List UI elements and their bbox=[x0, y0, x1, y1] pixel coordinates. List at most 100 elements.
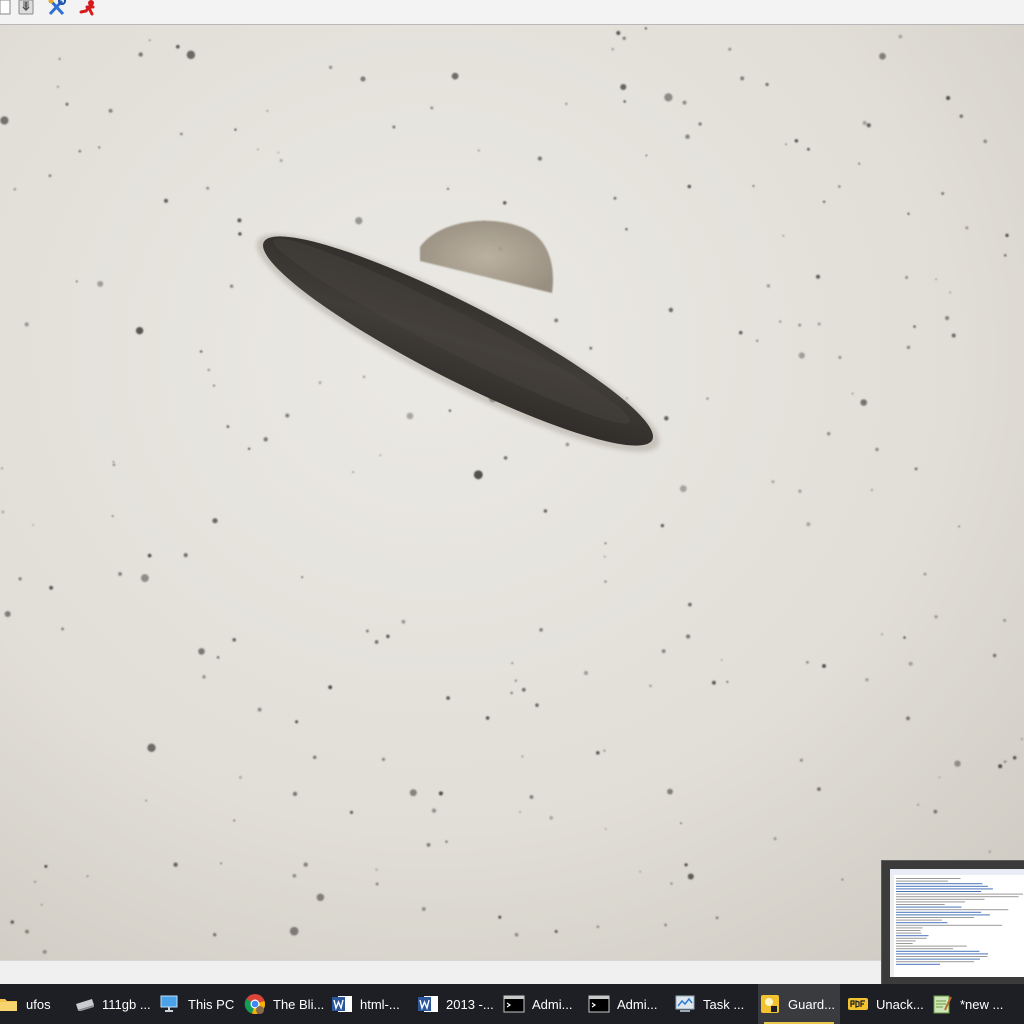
preview-text-line bbox=[896, 948, 954, 950]
dust-speck bbox=[202, 675, 206, 679]
exit-button[interactable] bbox=[77, 0, 99, 18]
dust-speck bbox=[798, 352, 805, 359]
dust-speck bbox=[684, 863, 688, 867]
image-viewport bbox=[0, 25, 1024, 960]
dust-speck bbox=[954, 760, 961, 767]
dust-speck bbox=[679, 485, 687, 493]
preview-text-line bbox=[896, 935, 929, 937]
dust-speck bbox=[866, 123, 871, 128]
dust-speck bbox=[529, 795, 534, 799]
dust-speck bbox=[277, 151, 280, 154]
dust-speck bbox=[535, 703, 539, 707]
dust-speck bbox=[583, 670, 589, 676]
dust-speck bbox=[941, 192, 945, 195]
dust-speck bbox=[907, 212, 910, 215]
dust-speck bbox=[0, 116, 9, 125]
dust-speck bbox=[565, 102, 568, 105]
dust-speck bbox=[86, 875, 89, 878]
taskbar-item-word-html[interactable]: html-... bbox=[330, 984, 412, 1024]
dust-speck bbox=[18, 577, 22, 581]
dust-speck bbox=[237, 218, 242, 223]
dust-speck bbox=[686, 634, 691, 639]
dust-speck bbox=[392, 125, 396, 129]
dust-speck bbox=[234, 128, 237, 131]
dust-speck bbox=[1005, 233, 1009, 238]
taskbar-item-admin-cmd-1[interactable]: Admi... bbox=[502, 984, 584, 1024]
taskbar-item-label: html-... bbox=[360, 996, 400, 1012]
taskbar-item-unack[interactable]: Unack... bbox=[846, 984, 928, 1024]
dust-speck bbox=[782, 234, 785, 237]
dust-speck bbox=[140, 574, 149, 583]
dust-speck bbox=[906, 716, 910, 721]
taskbar-item-word-2013[interactable]: 2013 -... bbox=[416, 984, 498, 1024]
taskbar-item-ufos[interactable]: ufos bbox=[0, 984, 64, 1024]
dust-speck bbox=[521, 755, 524, 758]
dust-speck bbox=[682, 100, 687, 105]
page-button[interactable] bbox=[0, 0, 16, 18]
dust-speck bbox=[362, 375, 366, 379]
dust-speck bbox=[554, 318, 559, 323]
dust-speck bbox=[822, 664, 826, 668]
dust-speck bbox=[862, 120, 867, 126]
dust-speck bbox=[1020, 737, 1023, 741]
dust-speck bbox=[596, 751, 600, 755]
dust-speck bbox=[799, 758, 803, 762]
dust-speck bbox=[183, 553, 188, 558]
dust-speck bbox=[510, 691, 513, 695]
dust-speck bbox=[98, 146, 101, 149]
tools-button[interactable] bbox=[46, 0, 68, 18]
dust-speck bbox=[661, 649, 666, 654]
dust-speck bbox=[118, 572, 122, 576]
dust-speck bbox=[604, 828, 607, 830]
dust-speck bbox=[756, 339, 759, 342]
taskbar-item-task-manager[interactable]: Task ... bbox=[673, 984, 755, 1024]
save-icon bbox=[17, 0, 35, 20]
dust-speck bbox=[616, 30, 621, 36]
save-button[interactable] bbox=[15, 0, 37, 18]
dust-speck bbox=[57, 85, 59, 88]
dust-speck bbox=[409, 789, 417, 797]
taskbar-item-new-notepad[interactable]: *new ... bbox=[930, 984, 1012, 1024]
dust-speck bbox=[851, 392, 854, 395]
dust-speck bbox=[688, 602, 692, 607]
word-icon bbox=[416, 992, 440, 1016]
dust-speck bbox=[881, 633, 884, 636]
taskbar-item-111gb[interactable]: 111gb ... bbox=[72, 984, 152, 1024]
dust-speck bbox=[229, 284, 234, 288]
dust-speck bbox=[645, 154, 648, 157]
dust-speck bbox=[49, 585, 54, 590]
dust-speck bbox=[13, 187, 17, 191]
dust-speck bbox=[147, 553, 152, 558]
preview-text-line bbox=[896, 945, 967, 947]
cmd-icon bbox=[502, 992, 526, 1016]
preview-text-line bbox=[896, 914, 990, 916]
dust-speck bbox=[365, 629, 369, 633]
preview-text-line bbox=[896, 937, 927, 939]
dust-speck bbox=[554, 929, 558, 934]
dust-speck bbox=[951, 333, 956, 338]
taskbar-thumbnail-preview[interactable] bbox=[881, 860, 1024, 984]
dust-speck bbox=[539, 628, 543, 632]
dust-speck bbox=[111, 515, 114, 518]
dust-speck bbox=[983, 139, 987, 144]
dust-speck bbox=[611, 47, 614, 51]
preview-text-line bbox=[896, 901, 966, 903]
dust-speck bbox=[58, 57, 61, 60]
dust-speck bbox=[798, 323, 802, 327]
taskbar-item-admin-cmd-2[interactable]: Admi... bbox=[587, 984, 669, 1024]
dust-speck bbox=[112, 460, 115, 463]
dust-speck bbox=[138, 52, 143, 57]
dust-speck bbox=[903, 636, 906, 639]
dust-speck bbox=[145, 799, 148, 802]
taskbar-item-this-pc[interactable]: This PC bbox=[158, 984, 238, 1024]
cmd-icon bbox=[587, 992, 611, 1016]
dust-speck bbox=[207, 368, 211, 372]
taskbar-item-guard[interactable]: Guard... bbox=[758, 984, 840, 1024]
taskbar-item-label: Task ... bbox=[703, 996, 745, 1012]
dust-speck bbox=[992, 653, 997, 658]
dust-speck bbox=[292, 873, 297, 878]
dust-speck bbox=[316, 893, 325, 902]
guard-icon bbox=[758, 992, 782, 1016]
dust-speck bbox=[1003, 254, 1007, 257]
taskbar-item-chrome[interactable]: The Bli... bbox=[243, 984, 325, 1024]
